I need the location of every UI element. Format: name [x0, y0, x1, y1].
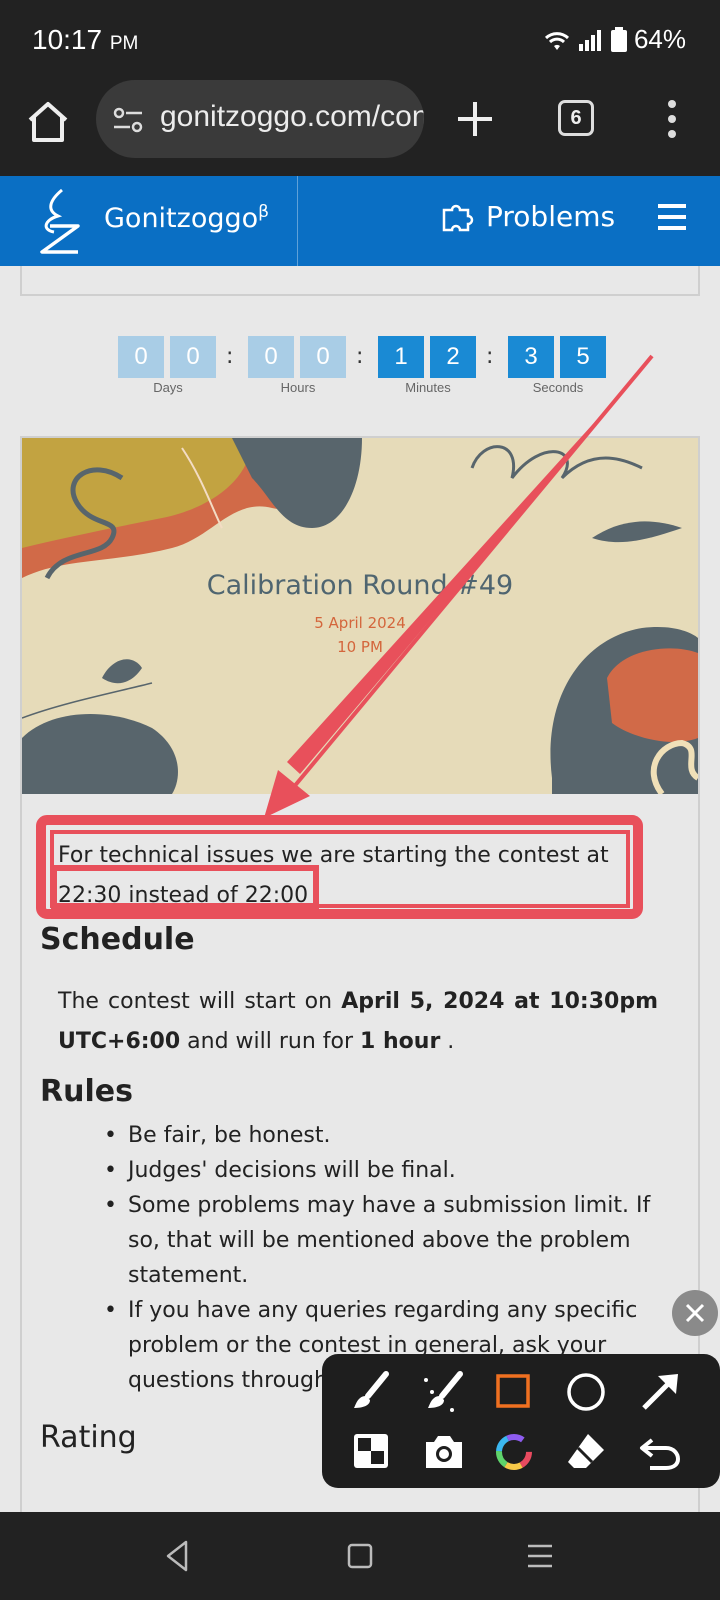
new-tab-icon[interactable] — [452, 96, 498, 142]
site-header: Gonitzoggoβ Problems — [0, 176, 720, 266]
undo-icon[interactable] — [634, 1426, 686, 1478]
countdown-separator: : — [226, 344, 234, 369]
contest-notice: For technical issues we are starting the… — [36, 836, 642, 916]
previous-card-edge — [20, 266, 700, 296]
close-icon[interactable] — [672, 1290, 718, 1336]
home-icon[interactable] — [24, 98, 72, 146]
rating-heading: Rating — [40, 1420, 137, 1455]
problems-link[interactable]: Problems — [440, 198, 615, 234]
countdown-label: Days — [153, 380, 183, 395]
camera-icon[interactable] — [418, 1426, 470, 1478]
browser-toolbar: gonitzoggo.com/contest 6 — [0, 80, 720, 176]
countdown-digit: 0 — [248, 336, 294, 378]
banner-date: 5 April 2024 — [314, 614, 406, 632]
rule-item: Be fair, be honest. — [104, 1118, 664, 1153]
status-time: 10:17 PM — [32, 24, 138, 56]
status-bar: 10:17 PM 64% — [0, 0, 720, 80]
notice-line-1: For technical issues we are starting the… — [58, 843, 609, 868]
rectangle-icon[interactable] — [488, 1366, 540, 1418]
eraser-sparkle-icon[interactable] — [418, 1366, 470, 1418]
gonitzoggo-logo-icon[interactable] — [32, 186, 92, 258]
overflow-menu-icon[interactable] — [660, 98, 684, 142]
status-time-ampm: PM — [109, 33, 139, 54]
home-square-icon[interactable] — [338, 1534, 382, 1578]
problems-label[interactable]: Problems — [486, 200, 615, 233]
countdown-timer: 0 0 Days : 0 0 Hours : 1 2 Minutes : 3 5… — [118, 336, 618, 396]
battery-percent: 64% — [633, 24, 686, 54]
battery-icon — [610, 26, 627, 52]
rule-item: Some problems may have a submission limi… — [104, 1188, 664, 1293]
countdown-digit: 0 — [300, 336, 346, 378]
system-nav-bar — [0, 1512, 720, 1600]
countdown-label: Seconds — [532, 380, 584, 395]
rule-item: Judges' decisions will be final. — [104, 1153, 664, 1188]
mosaic-icon[interactable] — [346, 1426, 398, 1478]
beta-mark: β — [258, 202, 269, 222]
status-indicators: 64% — [542, 24, 686, 55]
status-time-value: 10:17 — [32, 24, 103, 55]
countdown-digit: 2 — [430, 336, 476, 378]
url-text[interactable]: gonitzoggo.com/contest — [160, 100, 424, 134]
countdown-digit: 5 — [560, 336, 606, 378]
signal-icon — [578, 29, 601, 51]
tab-switcher-button[interactable]: 6 — [558, 100, 594, 136]
countdown-separator: : — [356, 344, 364, 369]
brush-icon[interactable] — [346, 1366, 398, 1418]
schedule-text-c: . — [440, 1029, 455, 1054]
schedule-text-b: and will run for — [180, 1029, 361, 1054]
puzzle-icon — [442, 204, 474, 232]
countdown-digit: 0 — [170, 336, 216, 378]
schedule-duration: 1 hour — [360, 1029, 441, 1054]
countdown-digit: 3 — [508, 336, 554, 378]
site-name-text[interactable]: Gonitzoggo — [104, 203, 258, 234]
schedule-heading: Schedule — [40, 922, 195, 957]
countdown-digit: 1 — [378, 336, 424, 378]
countdown-label: Minutes — [405, 380, 451, 395]
site-settings-icon[interactable] — [112, 104, 144, 136]
wifi-icon — [544, 31, 569, 50]
contest-banner: Calibration Round #49 5 April 2024 10 PM — [22, 438, 698, 794]
countdown-separator: : — [486, 344, 494, 369]
countdown-label: Hours — [280, 380, 316, 395]
recent-apps-icon[interactable] — [518, 1534, 562, 1578]
eraser-icon[interactable] — [560, 1426, 612, 1478]
banner-title: Calibration Round #49 — [206, 570, 514, 601]
close-drawing-button[interactable] — [672, 1290, 718, 1336]
rules-heading: Rules — [40, 1074, 133, 1109]
color-wheel-icon[interactable] — [488, 1426, 540, 1478]
back-icon[interactable] — [156, 1534, 200, 1578]
schedule-text-a: The contest will start on — [58, 989, 342, 1014]
banner-time: 10 PM — [337, 638, 383, 656]
notice-line-2: 22:30 instead of 22:00 — [58, 883, 309, 908]
hamburger-menu-icon[interactable] — [658, 204, 686, 230]
arrow-icon[interactable] — [634, 1366, 686, 1418]
drawing-toolbar — [322, 1354, 720, 1488]
countdown-digit: 0 — [118, 336, 164, 378]
url-bar[interactable]: gonitzoggo.com/contest — [96, 80, 424, 158]
circle-icon[interactable] — [560, 1366, 612, 1418]
site-name[interactable]: Gonitzoggoβ — [104, 202, 269, 234]
schedule-text: The contest will start on April 5, 2024 … — [58, 982, 658, 1062]
header-divider — [297, 176, 298, 266]
